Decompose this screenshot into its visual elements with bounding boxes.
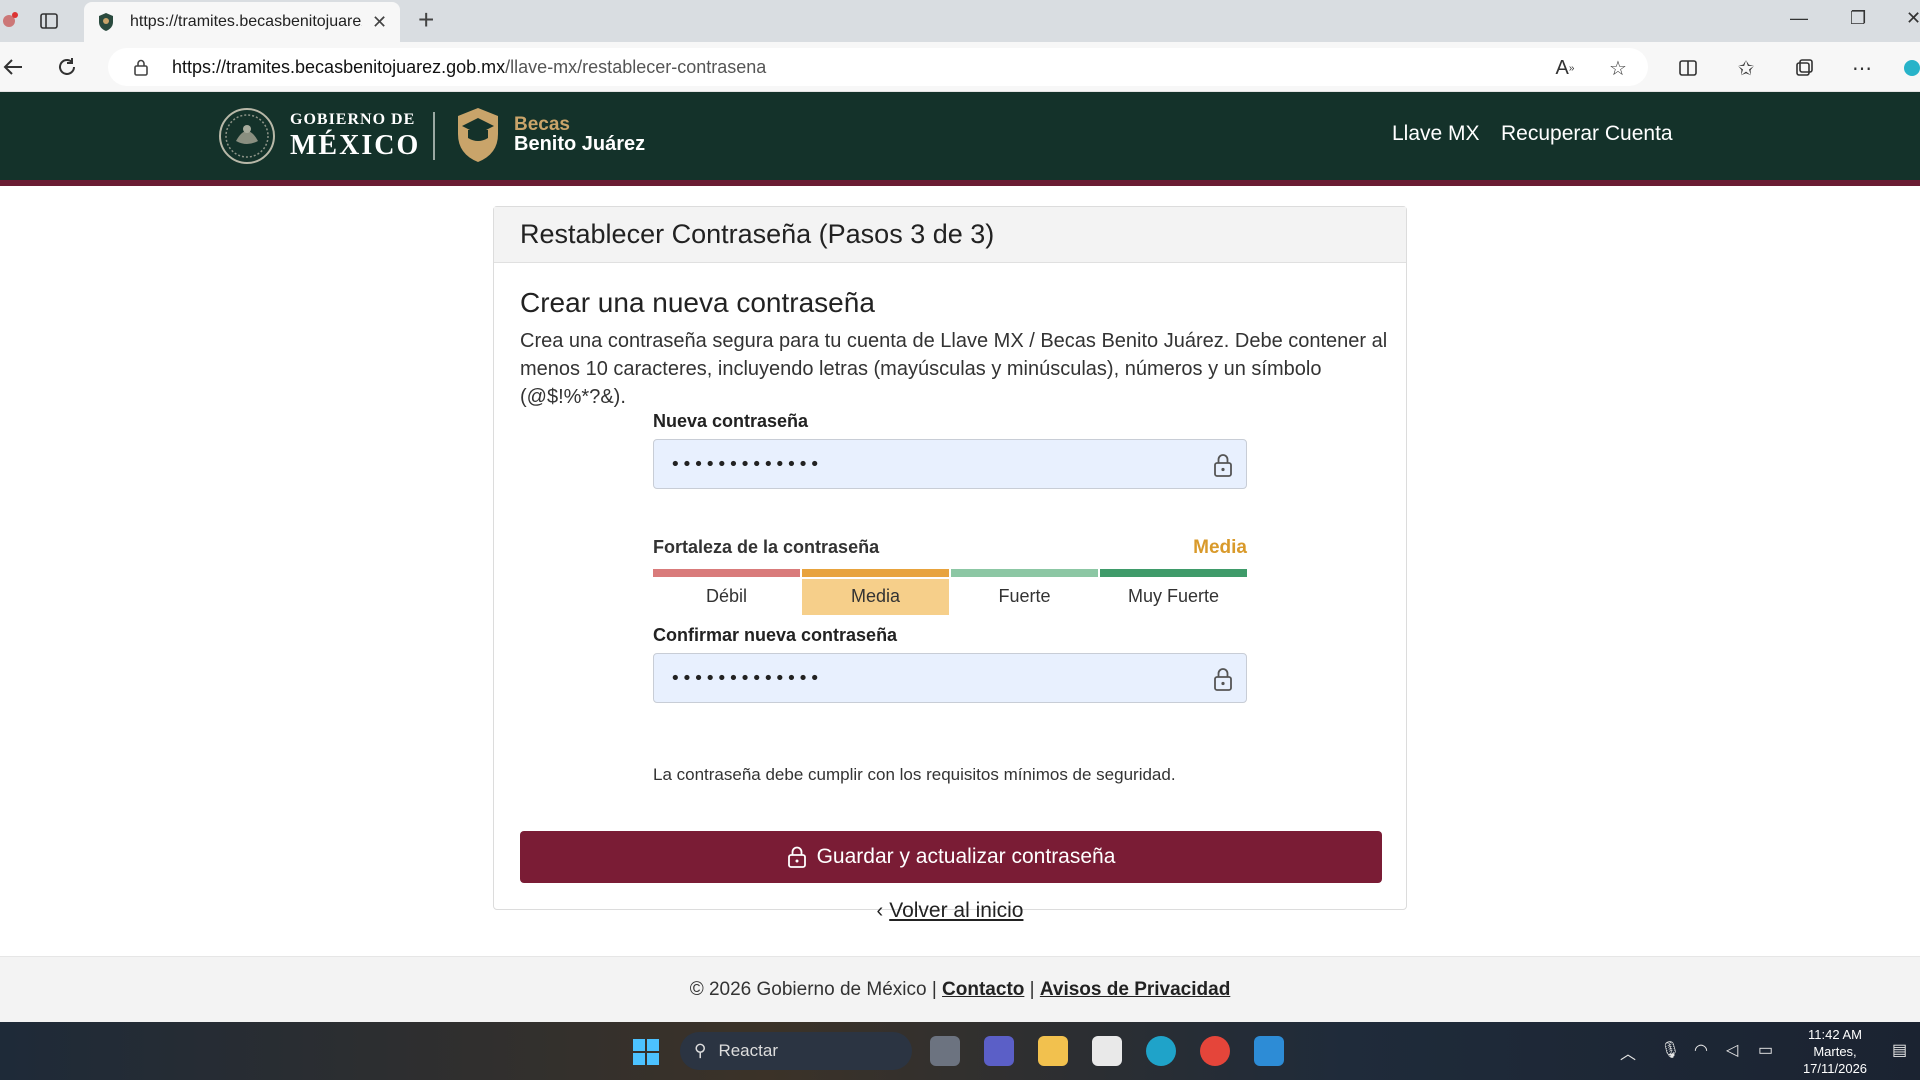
new-tab-icon[interactable]: + <box>418 6 434 34</box>
browser-tab[interactable]: https://tramites.becasbenitojuarez ✕ <box>84 2 400 42</box>
settings-gear-icon[interactable] <box>1254 1036 1284 1066</box>
clock-date: 17/11/2026 <box>1802 1061 1868 1076</box>
url-path: /llave-mx/restablecer-contrasena <box>505 56 767 77</box>
gobierno-line1: GOBIERNO DE <box>290 111 416 128</box>
header-accent-line <box>0 180 1920 186</box>
strength-levels: Débil Media Fuerte Muy Fuerte <box>653 579 1247 615</box>
becas-line2: Benito Juárez <box>514 133 646 156</box>
lock-icon <box>1214 668 1232 691</box>
national-seal-icon <box>219 108 275 164</box>
security-hint: La contraseña debe cumplir con los requi… <box>653 765 1176 784</box>
confirm-password-input[interactable] <box>670 667 1190 689</box>
task-view-icon[interactable] <box>930 1036 960 1066</box>
site-footer: © 2026 Gobierno de México | Contacto | A… <box>0 956 1920 1022</box>
tab-actions-icon[interactable] <box>36 8 62 34</box>
nav-recuperar-cuenta[interactable]: Recuperar Cuenta <box>1501 122 1673 146</box>
microphone-icon[interactable]: 🎙 <box>1660 1040 1680 1060</box>
password-requirements-text: Crea una contraseña segura para tu cuent… <box>520 330 1388 408</box>
footer-separator: | <box>1029 979 1035 1000</box>
strength-value: Media <box>1193 537 1247 558</box>
save-password-button[interactable]: Guardar y actualizar contraseña <box>520 831 1382 883</box>
strength-level-label: Fuerte <box>998 586 1051 606</box>
back-to-home-link[interactable]: Volver al inicio <box>889 899 1023 922</box>
new-password-input[interactable] <box>670 453 1190 475</box>
privacy-link[interactable]: Avisos de Privacidad <box>1040 979 1230 1000</box>
strength-bar-segment <box>653 569 800 577</box>
notifications-icon[interactable]: ▤ <box>1892 1040 1907 1060</box>
chrome-icon[interactable] <box>1200 1036 1230 1066</box>
wifi-icon[interactable]: ◠ <box>1694 1040 1708 1060</box>
site-header: GOBIERNO DE MÉXICO Becas Benito Juárez L… <box>0 92 1920 186</box>
clock-time: 11:42 AM <box>1808 1027 1862 1042</box>
more-menu-icon[interactable]: ⋯ <box>1850 56 1874 80</box>
lock-icon <box>1214 454 1232 477</box>
strength-level-label: Muy Fuerte <box>1127 586 1220 606</box>
restore-icon[interactable]: ❐ <box>1850 8 1866 29</box>
strength-level-label: Débil <box>705 586 748 606</box>
read-aloud-icon[interactable]: A» <box>1553 56 1577 80</box>
back-link-row: ‹ Volver al inicio <box>494 899 1406 923</box>
save-password-label: Guardar y actualizar contraseña <box>816 845 1116 868</box>
page-title: Crear una nueva contraseña <box>520 287 875 318</box>
strength-label: Fortaleza de la contraseña <box>653 537 880 557</box>
file-explorer-icon[interactable] <box>1038 1036 1068 1066</box>
strength-level-label: Media <box>802 579 949 615</box>
site-info-icon[interactable] <box>132 58 150 76</box>
lock-icon <box>787 846 806 868</box>
tab-close-icon[interactable]: ✕ <box>372 12 387 33</box>
becas-line1: Becas <box>514 113 570 135</box>
copyright-text: © 2026 Gobierno de México | <box>689 979 937 1000</box>
windows-taskbar: ⚲ Reactar ︿ 🎙 ◠ ◁ ▭ 11:42 AM Martes, 17/… <box>0 1022 1920 1080</box>
teams-icon[interactable] <box>984 1036 1014 1066</box>
gobierno-line2: MÉXICO <box>290 130 421 161</box>
favorites-icon[interactable]: ✩ <box>1734 56 1758 80</box>
close-window-icon[interactable]: ✕ <box>1906 8 1920 29</box>
becas-logo[interactable]: Becas Benito Juárez <box>454 106 645 164</box>
edge-browser-icon[interactable] <box>1146 1036 1176 1066</box>
taskbar-search-placeholder: Reactar <box>718 1041 778 1060</box>
clock-day: Martes, <box>1813 1044 1857 1059</box>
tab-favicon-icon <box>99 13 113 31</box>
back-arrow-icon[interactable] <box>0 54 26 80</box>
chevron-left-icon: ‹ <box>876 900 884 922</box>
strength-bar-segment <box>951 569 1098 577</box>
tab-title: https://tramites.becasbenitojuarez <box>130 13 362 30</box>
graduation-shield-icon <box>458 108 498 162</box>
taskbar-clock[interactable]: 11:42 AM Martes, 17/11/2026 <box>1790 1026 1880 1077</box>
confirm-password-field[interactable] <box>653 653 1247 703</box>
browser-tab-bar: https://tramites.becasbenitojuarez ✕ + —… <box>0 0 1920 42</box>
copilot-icon[interactable] <box>1900 56 1920 80</box>
minimize-icon[interactable]: — <box>1790 8 1808 29</box>
store-icon[interactable] <box>1092 1036 1122 1066</box>
tray-chevron-icon[interactable]: ︿ <box>1620 1040 1636 1064</box>
search-icon: ⚲ <box>694 1041 707 1060</box>
profile-icon[interactable] <box>0 8 26 34</box>
new-password-label: Nueva contraseña <box>653 411 809 431</box>
card-header: Restablecer Contraseña (Pasos 3 de 3) <box>494 207 1406 263</box>
volume-icon[interactable]: ◁ <box>1726 1040 1738 1060</box>
gobierno-logo[interactable]: GOBIERNO DE MÉXICO <box>218 106 420 166</box>
battery-icon[interactable]: ▭ <box>1758 1040 1773 1060</box>
url-field[interactable]: https://tramites.becasbenitojuarez.gob.m… <box>108 48 1648 86</box>
collections-icon[interactable] <box>1792 56 1816 80</box>
strength-bar-segment <box>1100 569 1247 577</box>
url-host: https://tramites.becasbenitojuarez.gob.m… <box>172 56 506 77</box>
favorite-star-icon[interactable]: ☆ <box>1606 56 1630 80</box>
reload-icon[interactable] <box>54 54 80 80</box>
confirm-password-label: Confirmar nueva contraseña <box>653 625 898 645</box>
strength-bar-segment <box>802 569 949 577</box>
split-screen-icon[interactable] <box>1676 56 1700 80</box>
taskbar-search[interactable]: ⚲ Reactar <box>680 1032 912 1070</box>
address-bar-row: https://tramites.becasbenitojuarez.gob.m… <box>0 42 1920 92</box>
new-password-field[interactable] <box>653 439 1247 489</box>
contact-link[interactable]: Contacto <box>942 979 1024 1000</box>
reset-password-card: Restablecer Contraseña (Pasos 3 de 3) Cr… <box>493 206 1407 922</box>
windows-start-icon[interactable] <box>632 1038 660 1066</box>
nav-llave-mx[interactable]: Llave MX <box>1392 122 1480 146</box>
strength-meter <box>653 569 1247 577</box>
header-divider <box>433 112 435 160</box>
